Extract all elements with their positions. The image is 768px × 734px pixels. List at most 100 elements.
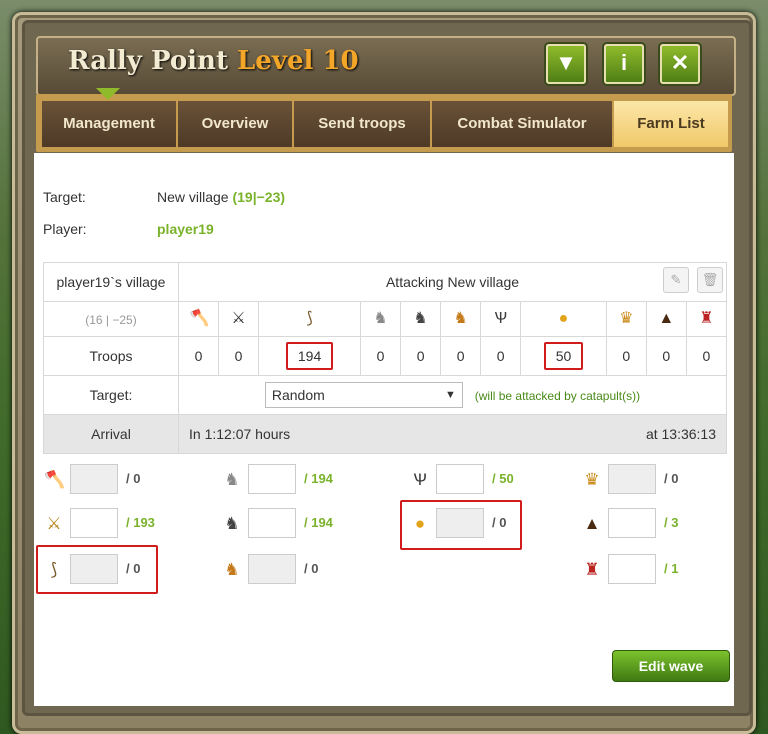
unit-col: ⟆	[258, 301, 362, 337]
hero-max[interactable]: / 1	[664, 561, 678, 576]
catapult-target-select[interactable]: Random ▼	[264, 382, 463, 408]
chief-icon: ♛	[619, 310, 634, 327]
unit-col: ♛	[605, 301, 647, 337]
window-title: Rally Point Level 10	[68, 46, 359, 76]
ram-max[interactable]: / 50	[492, 471, 514, 486]
tab-combat-simulator[interactable]: Combat Simulator	[432, 101, 614, 147]
ram-icon: Ѱ	[494, 310, 508, 327]
catapult-note: (will be attacked by catapult(s))	[474, 389, 641, 403]
axeman-icon: ⟆	[306, 310, 313, 327]
troop-count-cell: 50	[520, 336, 607, 376]
troop-count: 0	[605, 336, 647, 376]
arrival-label: Arrival	[43, 414, 179, 454]
settler-max[interactable]: / 3	[664, 515, 678, 530]
tab-send-troops[interactable]: Send troops	[294, 101, 432, 147]
teutonic-knight-icon: ♞	[453, 310, 468, 327]
troop-count: 0	[218, 336, 260, 376]
arrival-time: at 13:36:13	[645, 426, 716, 442]
wave-slot: Ѱ / 50	[410, 464, 530, 494]
catapult-input[interactable]	[436, 508, 484, 538]
settler-input[interactable]	[608, 508, 656, 538]
axeman-max[interactable]: / 0	[126, 561, 140, 576]
teutonic-knight-input[interactable]	[248, 554, 296, 584]
village-coords: (16 | −25)	[85, 313, 137, 327]
scout-input[interactable]	[248, 464, 296, 494]
axeman-icon: ⟆	[50, 560, 58, 579]
arrival-cell: In 1:12:07 hours at 13:36:13	[178, 414, 727, 454]
wave-slot: ♞ / 194	[222, 508, 352, 538]
clubswinger-icon: 🪓	[189, 310, 210, 327]
close-icon: ✕	[670, 50, 690, 75]
troop-count: 0	[440, 336, 482, 376]
player-label: Player:	[43, 221, 87, 237]
clubswinger-input[interactable]	[70, 464, 118, 494]
troop-count: 0	[400, 336, 442, 376]
scout-icon: ♞	[224, 470, 240, 489]
troop-count: 0	[360, 336, 402, 376]
wave-slot: ♞ / 194	[222, 464, 352, 494]
edit-icon[interactable]: ✎	[663, 267, 689, 293]
arrival-duration: In 1:12:07 hours	[189, 426, 291, 442]
teutonic-knight-icon: ♞	[224, 560, 240, 579]
target-village: New village	[157, 189, 229, 205]
unit-col: ●	[520, 301, 607, 337]
level-label: Level 10	[237, 46, 359, 76]
collapse-button[interactable]: ▼	[546, 44, 586, 84]
attack-heading-cell: Attacking New village	[178, 262, 727, 302]
attack-heading: Attacking New village	[385, 274, 520, 290]
edit-wave-button[interactable]: Edit wave	[612, 650, 730, 682]
player-name[interactable]: player19	[157, 221, 214, 237]
unit-col: Ѱ	[480, 301, 522, 337]
target-label: Target:	[43, 189, 86, 205]
wave-slot: ⚔ / 193	[44, 508, 164, 538]
info-button[interactable]: i	[604, 44, 644, 84]
wave-slot: ▲ / 3	[582, 508, 702, 538]
hero-input[interactable]	[608, 554, 656, 584]
spearman-input[interactable]	[70, 508, 118, 538]
scout-max[interactable]: / 194	[304, 471, 333, 486]
ram-icon: Ѱ	[413, 470, 427, 489]
hero-icon: ♜	[584, 560, 600, 579]
target-value: New village (19|−23)	[157, 189, 285, 205]
trash-icon[interactable]: 🗑	[697, 267, 723, 293]
tab-management[interactable]: Management	[42, 101, 178, 147]
dropdown-arrow-icon: ▼	[444, 389, 456, 401]
unit-col: ♞	[440, 301, 482, 337]
unit-col: ⚔	[218, 301, 260, 337]
target-coords[interactable]: (19|−23)	[232, 189, 285, 205]
wave-slot: ⟆ / 0	[44, 554, 164, 584]
spearman-max[interactable]: / 193	[126, 515, 155, 530]
troop-table: player19`s village Attacking New village…	[43, 262, 728, 454]
target-select-cell: Random ▼ (will be attacked by catapult(s…	[178, 375, 727, 415]
paladin-input[interactable]	[248, 508, 296, 538]
troop-count-highlight: 194	[285, 342, 334, 370]
close-button[interactable]: ✕	[660, 44, 700, 84]
ram-input[interactable]	[436, 464, 484, 494]
spearman-icon: ⚔	[231, 310, 246, 327]
chevron-down-icon: ▼	[555, 50, 577, 75]
paladin-max[interactable]: / 194	[304, 515, 333, 530]
paladin-icon: ♞	[413, 310, 428, 327]
catapult-max[interactable]: / 0	[492, 515, 506, 530]
scout-icon: ♞	[373, 310, 388, 327]
unit-col: ♞	[360, 301, 402, 337]
tab-overview[interactable]: Overview	[178, 101, 294, 147]
troop-count: 0	[685, 336, 728, 376]
clubswinger-max[interactable]: / 0	[126, 471, 140, 486]
wave-slot: ♜ / 1	[582, 554, 702, 584]
info-icon: i	[620, 50, 628, 75]
wave-slot: ♞ / 0	[222, 554, 352, 584]
tab-farm-list[interactable]: Farm List	[614, 101, 728, 147]
unit-col: ♞	[400, 301, 442, 337]
axeman-input[interactable]	[70, 554, 118, 584]
troop-count-highlight: 50	[543, 342, 584, 370]
clubswinger-icon: 🪓	[44, 470, 66, 489]
settler-icon: ▲	[658, 310, 675, 327]
teutonic-knight-max[interactable]: / 0	[304, 561, 318, 576]
village-coords-cell: (16 | −25)	[43, 301, 179, 337]
troop-count: 0	[177, 336, 220, 376]
settler-icon: ▲	[583, 514, 601, 533]
chief-input[interactable]	[608, 464, 656, 494]
chief-max[interactable]: / 0	[664, 471, 678, 486]
village-name-cell[interactable]: player19`s village	[43, 262, 179, 302]
